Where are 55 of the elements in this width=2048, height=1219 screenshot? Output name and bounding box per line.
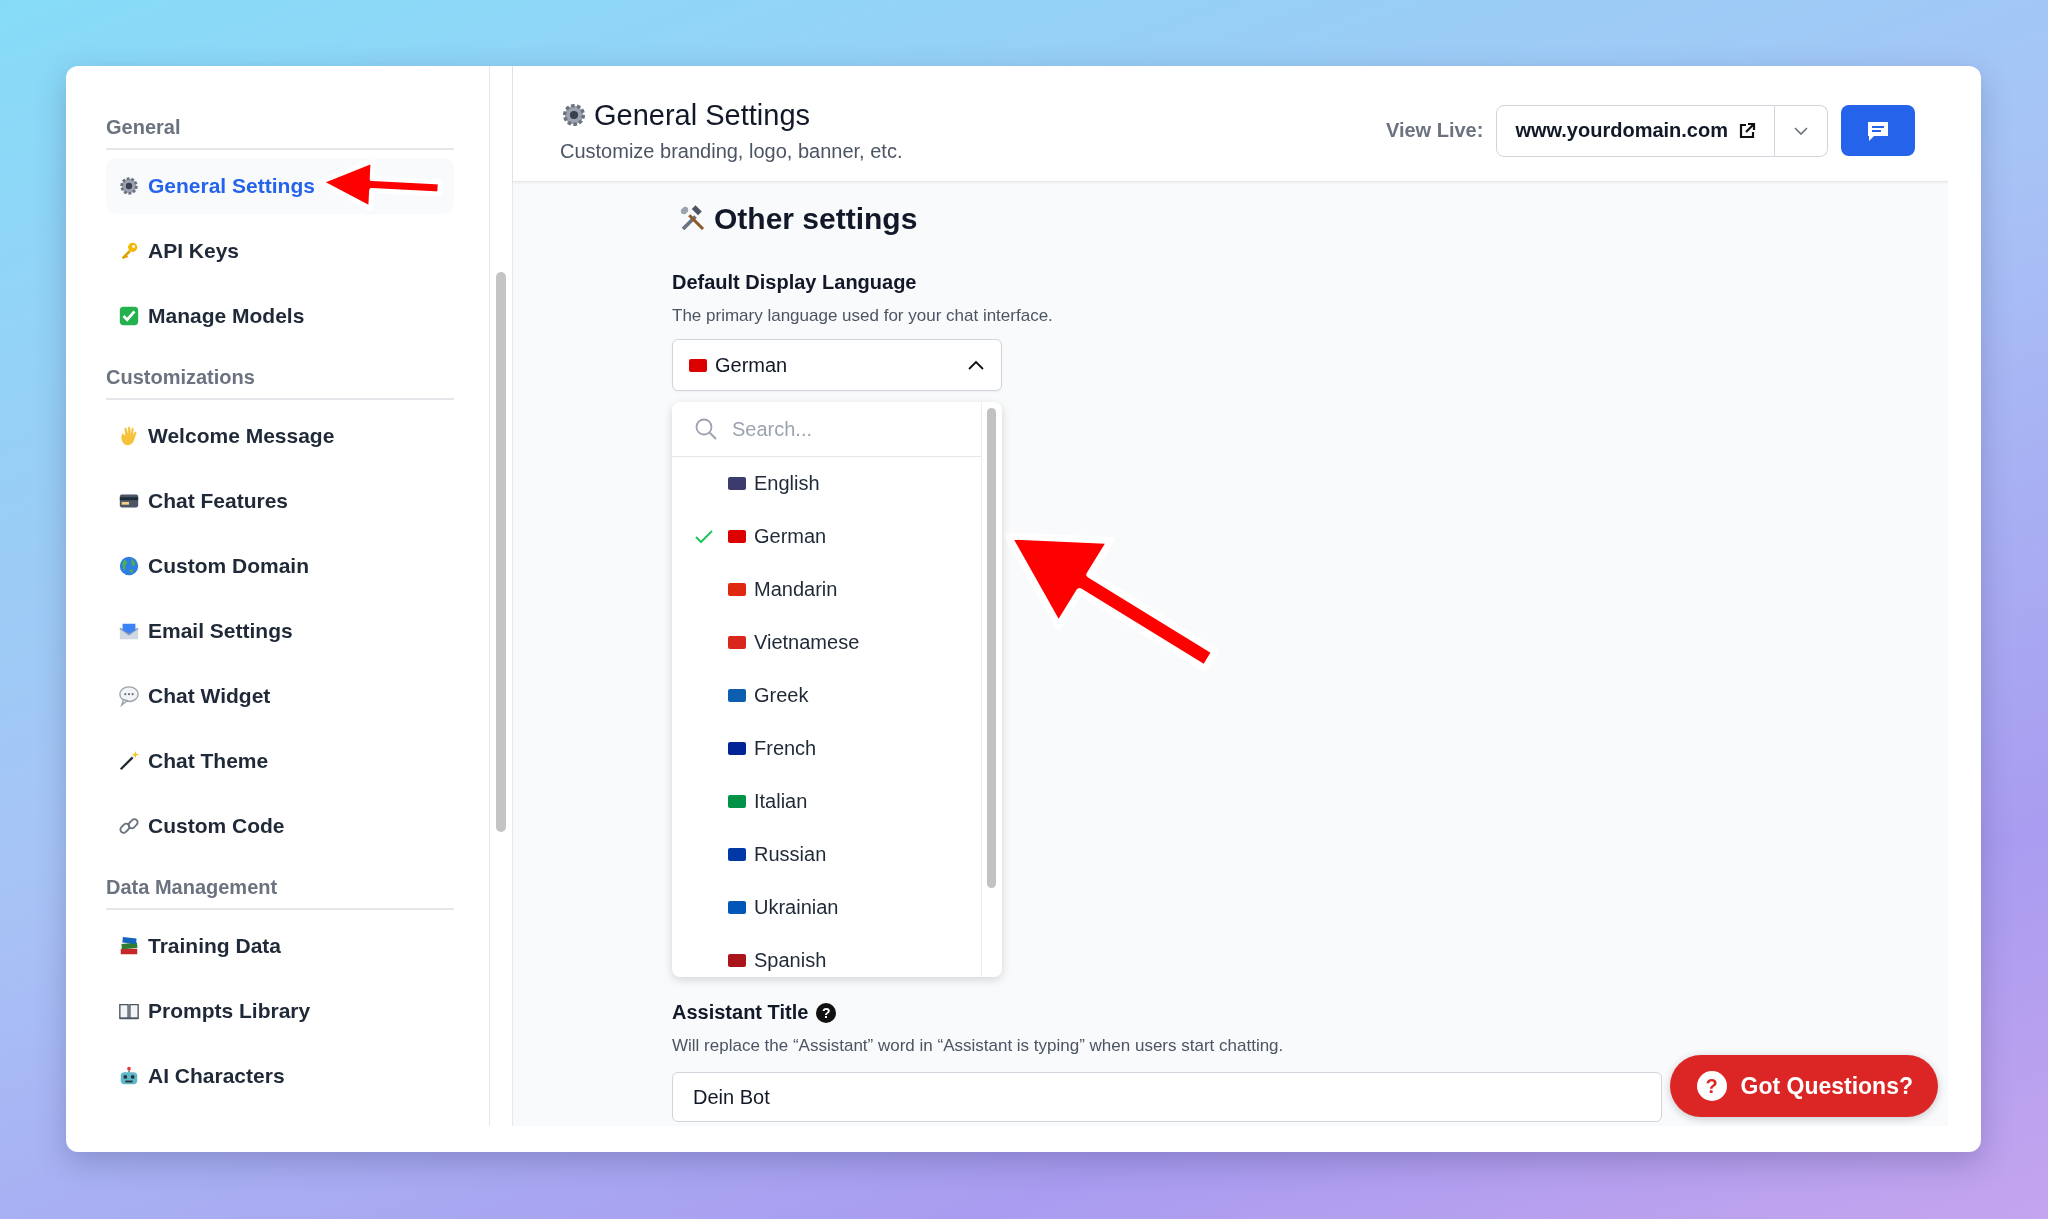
help-button[interactable]: ? Got Questions? <box>1669 1055 1938 1117</box>
sidebar-item[interactable]: Email Settings <box>106 603 454 659</box>
language-option[interactable]: Italian <box>672 775 981 828</box>
language-option[interactable]: English <box>672 457 981 510</box>
live-url-link[interactable]: www.yourdomain.com <box>1496 104 1775 157</box>
sidebar-item[interactable]: Training Data <box>106 918 454 974</box>
search-field[interactable]: Search... <box>730 416 954 442</box>
section-heading: Data Management <box>106 876 454 910</box>
section-title: Other settings <box>714 202 918 236</box>
scrollbar[interactable] <box>496 272 506 832</box>
section-heading: General <box>106 116 454 150</box>
sidebar-item[interactable]: Chat Widget <box>106 668 454 724</box>
checkbox-icon <box>118 305 140 327</box>
sidebar-item[interactable]: API Keys <box>106 223 454 279</box>
language-option[interactable]: Greek <box>672 669 981 722</box>
search-icon <box>694 417 718 441</box>
scrollbar[interactable] <box>987 408 996 888</box>
view-live-label: View Live: <box>1385 119 1484 142</box>
robot-icon <box>118 1065 140 1087</box>
language-option[interactable]: Spanish <box>672 934 981 977</box>
sidebar-item[interactable]: Manage Models <box>106 288 454 344</box>
dropdown-button[interactable] <box>1775 104 1828 157</box>
sidebar-item[interactable]: AI Characters <box>106 1048 454 1104</box>
external-link-icon <box>1738 121 1756 140</box>
language-option[interactable]: German <box>672 510 981 563</box>
books-icon <box>118 935 140 957</box>
wand-icon <box>118 750 140 772</box>
language-option[interactable]: Vietnamese <box>672 616 981 669</box>
message-icon <box>1866 119 1890 142</box>
globe-icon <box>118 555 140 577</box>
input-field[interactable]: Dein Bot <box>672 1072 1662 1122</box>
field-description: The primary language used for your chat interface. <box>672 306 1054 326</box>
sidebar-item[interactable]: Chat Theme <box>106 733 454 789</box>
help-icon[interactable]: ? <box>816 1002 837 1023</box>
sidebar-item[interactable]: Prompts Library <box>106 983 454 1039</box>
sidebar-item[interactable]: Chat Features <box>106 473 454 529</box>
section-heading: Customizations <box>106 366 454 400</box>
page-subtitle: Customize branding, logo, banner, etc. <box>560 139 903 163</box>
field-description: Will replace the “Assistant” word in “Assistant is typing” when users start chatting. <box>672 1036 1285 1056</box>
language-option[interactable]: French <box>672 722 981 775</box>
chevron-up-icon <box>967 359 985 371</box>
chevron-down-icon <box>1793 125 1809 136</box>
language-option[interactable]: Russian <box>672 828 981 881</box>
page-title: General Settings <box>594 98 810 132</box>
chat-button[interactable] <box>1841 105 1915 156</box>
field-label: Default Display Language <box>672 271 918 294</box>
speech-bubble-icon <box>118 685 140 707</box>
sidebar-item[interactable]: Custom Domain <box>106 538 454 594</box>
sidebar-item[interactable]: Welcome Message <box>106 408 454 464</box>
field-label: Assistant Title <box>672 1001 809 1024</box>
link-icon <box>118 815 140 837</box>
language-option[interactable]: Mandarin <box>672 563 981 616</box>
language-option[interactable]: Ukrainian <box>672 881 981 934</box>
language-select[interactable]: German <box>672 339 1002 391</box>
sidebar-item[interactable]: Custom Code <box>106 798 454 854</box>
